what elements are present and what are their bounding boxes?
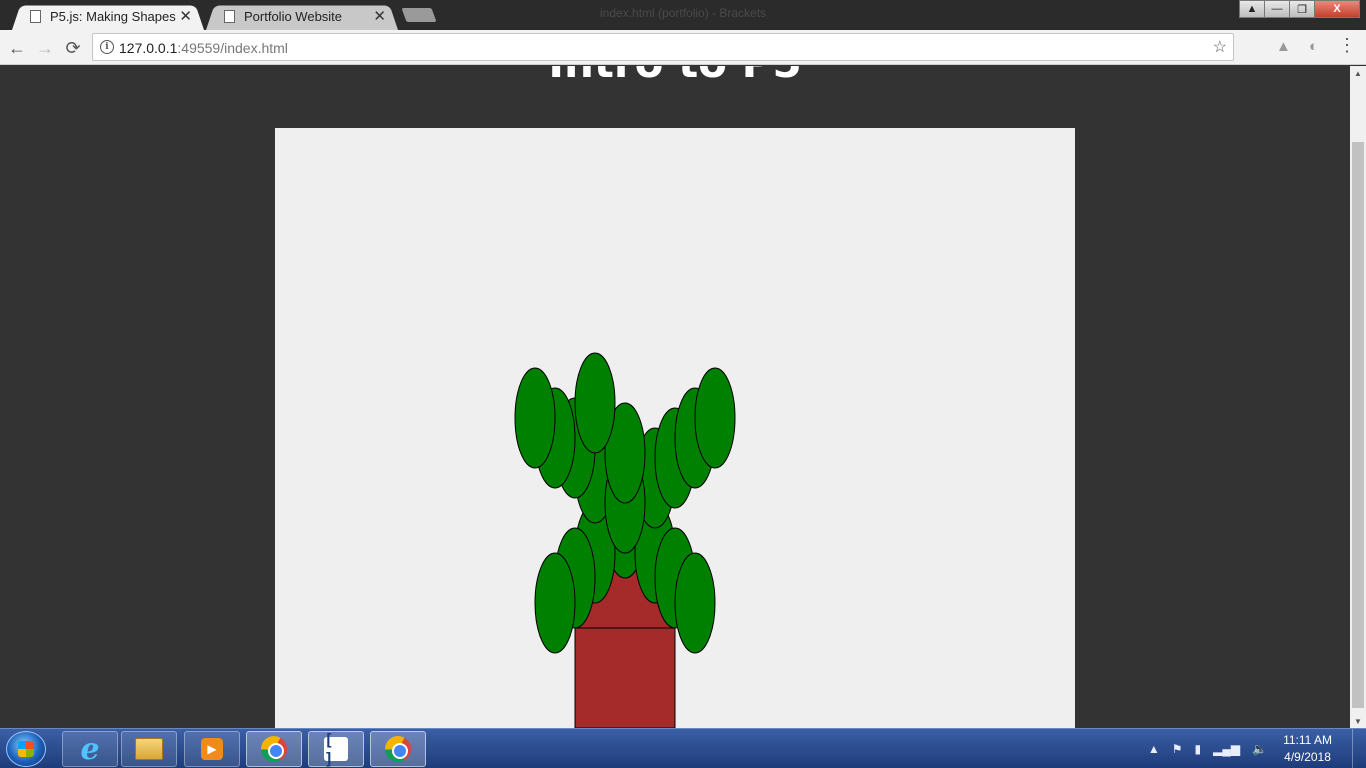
system-tray: ▲ ⚑ ▮ ▂▄▆ 🔈 11:11 AM 4/9/2018 bbox=[1142, 729, 1366, 768]
minimize-button[interactable]: — bbox=[1264, 0, 1290, 18]
page-icon bbox=[30, 10, 41, 23]
internet-explorer-icon: e bbox=[80, 731, 100, 767]
windows-logo-icon bbox=[18, 741, 34, 757]
page-icon bbox=[224, 10, 235, 23]
chrome-icon bbox=[385, 736, 411, 762]
network-signal-icon[interactable]: ▂▄▆ bbox=[1213, 742, 1240, 756]
leaf bbox=[574, 352, 616, 454]
action-center-flag-icon[interactable]: ⚑ bbox=[1172, 742, 1183, 756]
new-tab-button[interactable] bbox=[401, 8, 437, 22]
page-title: Intro to P5 bbox=[0, 66, 1350, 87]
start-button[interactable] bbox=[6, 731, 46, 767]
power-icon[interactable]: ▮ bbox=[1195, 742, 1202, 756]
windows-taskbar: e ▶ [ ] ▲ ⚑ ▮ ▂▄▆ 🔈 11:11 AM 4/9/2018 bbox=[0, 728, 1366, 768]
clock-time: 11:11 AM bbox=[1283, 733, 1332, 747]
bookmark-star-icon[interactable]: ☆ bbox=[1213, 37, 1227, 57]
leaf bbox=[534, 552, 576, 654]
forward-button[interactable]: → bbox=[33, 36, 57, 60]
tab-label: Portfolio Website bbox=[244, 9, 343, 24]
close-window-button[interactable]: X bbox=[1314, 0, 1360, 18]
taskbar-file-explorer[interactable] bbox=[121, 731, 177, 767]
browser-toolbar: ← → ⟳ i 127.0.0.1:49559/index.html ☆ ▲ ◐… bbox=[0, 30, 1366, 65]
scroll-down-arrow-icon[interactable]: ▼ bbox=[1350, 714, 1366, 728]
extension-icon[interactable]: ◐ bbox=[1309, 38, 1318, 55]
address-bar[interactable]: i 127.0.0.1:49559/index.html ☆ bbox=[92, 33, 1234, 61]
browser-titlebar: P5.js: Making Shapes ✕ Portfolio Website… bbox=[0, 0, 1366, 30]
taskbar-chrome-2[interactable] bbox=[370, 731, 426, 767]
site-info-icon[interactable]: i bbox=[100, 40, 114, 54]
tab-close-icon[interactable]: ✕ bbox=[179, 9, 192, 24]
leaf bbox=[694, 367, 736, 469]
volume-icon[interactable]: 🔈 bbox=[1252, 742, 1267, 756]
chrome-menu-icon[interactable]: ⋮ bbox=[1338, 36, 1356, 54]
reload-button[interactable]: ⟳ bbox=[61, 36, 85, 60]
sketch-svg bbox=[514, 352, 736, 728]
clock-date: 4/9/2018 bbox=[1284, 750, 1331, 764]
folder-icon bbox=[135, 738, 163, 760]
taskbar-media-player[interactable]: ▶ bbox=[184, 731, 240, 767]
url-host: 127.0.0.1 bbox=[119, 40, 178, 56]
page-viewport: Intro to P5 bbox=[0, 66, 1350, 728]
scroll-thumb[interactable] bbox=[1352, 142, 1364, 708]
url-path: :49559/index.html bbox=[177, 40, 288, 56]
p5-canvas[interactable] bbox=[275, 128, 1075, 728]
taskbar-chrome[interactable] bbox=[246, 731, 302, 767]
tab-p5-making-shapes[interactable]: P5.js: Making Shapes ✕ bbox=[12, 3, 204, 30]
tab-portfolio-website[interactable]: Portfolio Website ✕ bbox=[206, 3, 398, 30]
clock[interactable]: 11:11 AM 4/9/2018 bbox=[1283, 732, 1332, 766]
back-button[interactable]: ← bbox=[5, 36, 29, 60]
taskbar-internet-explorer[interactable]: e bbox=[62, 731, 118, 767]
window-title: index.html (portfolio) - Brackets bbox=[600, 6, 767, 20]
url-text[interactable]: 127.0.0.1:49559/index.html bbox=[119, 40, 288, 56]
leaf bbox=[514, 367, 556, 469]
show-desktop-button[interactable] bbox=[1352, 729, 1366, 768]
pot-base bbox=[574, 627, 676, 728]
window-controls: ▲ — ❐ X bbox=[1239, 0, 1360, 18]
tab-label: P5.js: Making Shapes bbox=[50, 9, 176, 24]
tab-close-icon[interactable]: ✕ bbox=[373, 9, 386, 24]
media-player-icon: ▶ bbox=[201, 738, 223, 760]
maximize-button[interactable]: ❐ bbox=[1289, 0, 1315, 18]
drive-extension-icon[interactable]: ▲ bbox=[1276, 38, 1291, 55]
chrome-icon bbox=[261, 736, 287, 762]
show-hidden-icons-icon[interactable]: ▲ bbox=[1148, 742, 1160, 756]
user-icon[interactable]: ▲ bbox=[1239, 0, 1265, 18]
vertical-scrollbar[interactable]: ▲ ▼ bbox=[1350, 66, 1366, 728]
leaf bbox=[674, 552, 716, 654]
scroll-up-arrow-icon[interactable]: ▲ bbox=[1350, 66, 1366, 80]
taskbar-brackets[interactable]: [ ] bbox=[308, 730, 364, 768]
brackets-icon: [ ] bbox=[324, 730, 348, 768]
